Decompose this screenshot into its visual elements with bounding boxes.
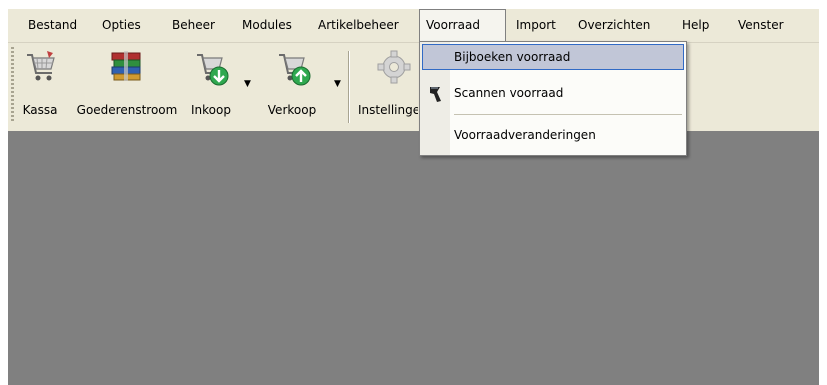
stacked-books-icon <box>111 51 141 81</box>
voorraad-dropdown-menu: Bijboeken voorraad Scannen voorraad Voor… <box>419 41 687 156</box>
toolbar-kassa-button[interactable]: Kassa <box>16 43 64 131</box>
mdi-workspace <box>8 131 819 385</box>
menu-opties[interactable]: Opties <box>96 9 147 42</box>
toolbar-instellingen-label: Instellinge <box>358 103 418 117</box>
window-right-border <box>819 0 827 385</box>
toolbar-goederenstroom-label: Goederenstroom <box>76 103 178 117</box>
menu-voorraad[interactable]: Voorraad <box>419 9 506 42</box>
toolbar: Kassa Goederenstroom Inkoop ▼ Verkoop ▼ … <box>8 43 819 131</box>
menu-import[interactable]: Import <box>510 9 562 42</box>
toolbar-grip[interactable] <box>11 47 14 123</box>
application-window: Bestand Opties Beheer Modules Artikelbeh… <box>0 0 827 385</box>
window-left-border <box>0 0 8 385</box>
menu-modules[interactable]: Modules <box>236 9 298 42</box>
toolbar-separator <box>348 51 350 123</box>
menu-overzichten[interactable]: Overzichten <box>572 9 656 42</box>
menu-item-label: Bijboeken voorraad <box>454 50 571 64</box>
toolbar-inkoop-label: Inkoop <box>191 103 231 117</box>
menu-item-bijboeken-voorraad[interactable]: Bijboeken voorraad <box>422 44 684 70</box>
verkoop-dropdown-arrow[interactable]: ▼ <box>334 79 341 89</box>
toolbar-goederenstroom-button[interactable]: Goederenstroom <box>70 43 184 131</box>
menu-item-scannen-voorraad[interactable]: Scannen voorraad <box>422 80 684 106</box>
menu-help[interactable]: Help <box>676 9 715 42</box>
cart-download-icon <box>197 54 229 86</box>
cart-upload-icon <box>279 54 311 86</box>
toolbar-inkoop-button[interactable]: Inkoop <box>186 43 236 131</box>
menu-item-voorraadveranderingen[interactable]: Voorraadveranderingen <box>422 122 684 148</box>
menu-bar: Bestand Opties Beheer Modules Artikelbeh… <box>8 9 819 43</box>
gear-icon <box>377 50 411 84</box>
toolbar-kassa-label: Kassa <box>22 103 58 117</box>
menu-separator <box>454 114 682 115</box>
toolbar-verkoop-button[interactable]: Verkoop <box>260 43 324 131</box>
toolbar-instellingen-button[interactable]: Instellinge <box>354 43 418 131</box>
shopping-cart-icon <box>27 51 55 81</box>
menu-beheer[interactable]: Beheer <box>166 9 221 42</box>
menu-venster[interactable]: Venster <box>732 9 790 42</box>
menu-item-label: Scannen voorraad <box>454 86 564 100</box>
menu-item-label: Voorraadveranderingen <box>454 128 596 142</box>
menu-bestand[interactable]: Bestand <box>22 9 83 42</box>
barcode-scanner-icon <box>430 87 441 102</box>
inkoop-dropdown-arrow[interactable]: ▼ <box>244 79 251 89</box>
toolbar-verkoop-label: Verkoop <box>267 103 317 117</box>
menu-artikelbeheer[interactable]: Artikelbeheer <box>312 9 405 42</box>
